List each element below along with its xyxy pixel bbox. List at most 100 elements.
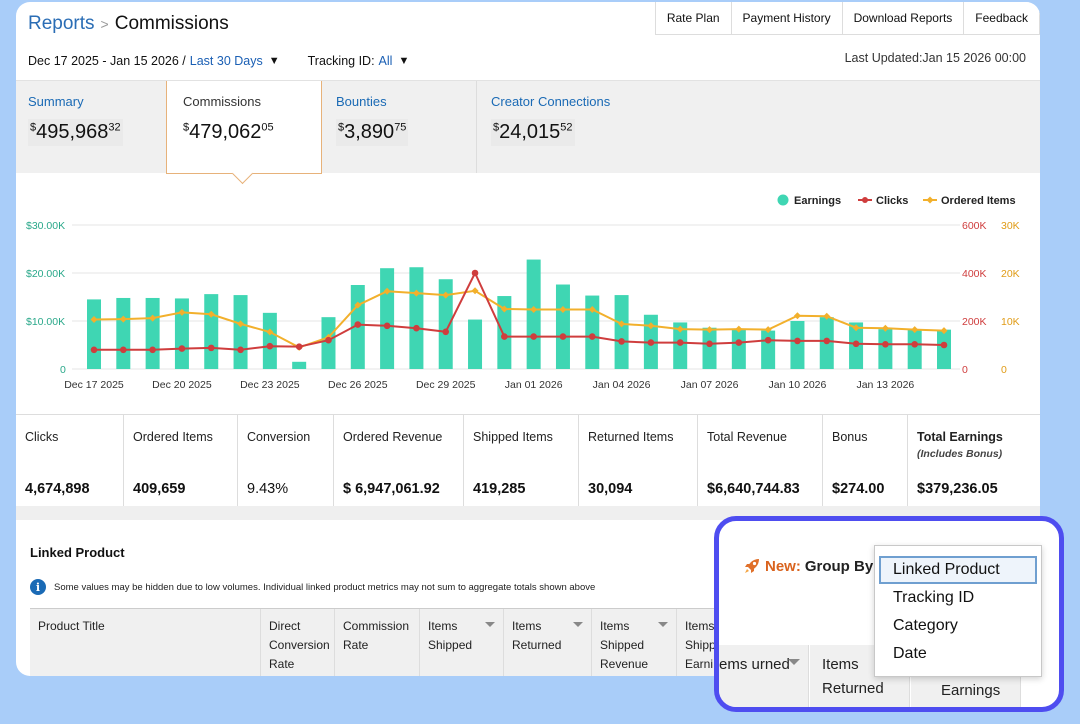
group-by-dropdown[interactable]: Linked Product Tracking ID Category Date <box>874 545 1042 677</box>
column-items-shipped[interactable]: Items Shipped <box>420 609 504 676</box>
clicks-point <box>266 342 274 350</box>
group-by-label: Group By: <box>804 557 879 575</box>
group-by-control: New: Group By: <box>743 557 878 575</box>
tab-label: Summary <box>28 94 84 109</box>
x-tick-label: Jan 04 2026 <box>593 379 651 391</box>
metric-value: 409,659 <box>133 481 186 497</box>
tab-summary[interactable]: Summary $495,96832 <box>16 81 166 173</box>
tab-value: $479,06205 <box>181 119 276 146</box>
metric-value: $274.00 <box>832 481 885 497</box>
metric-value: 419,285 <box>473 481 526 497</box>
clicks-point <box>501 333 508 340</box>
linked-product-title: Linked Product <box>30 545 125 560</box>
info-icon: i <box>30 579 46 595</box>
ordered-items-line <box>93 289 945 349</box>
sort-arrow-icon[interactable] <box>485 622 495 627</box>
breadcrumb-reports[interactable]: Reports <box>28 13 95 34</box>
y-right-clicks-tick-label: 200K <box>962 316 987 328</box>
clicks-point <box>882 340 889 348</box>
group-by-option-category[interactable]: Category <box>879 612 1037 640</box>
chevron-down-icon[interactable]: ▼ <box>398 55 409 67</box>
earnings-bar <box>761 330 776 369</box>
clicks-point <box>794 337 801 345</box>
earnings-chart: $30.00K $20.00K $10.00K 0 600K 400K 200K 0 30K 20… <box>26 194 1020 391</box>
earnings-bar <box>292 361 307 369</box>
clicks-point <box>823 337 831 345</box>
metric-ordered-items: Ordered Items 409,659 <box>124 415 238 507</box>
rocket-icon <box>745 559 759 573</box>
clicks-point <box>90 346 98 354</box>
rate-plan-link[interactable]: Rate Plan <box>655 2 732 34</box>
earnings-bar <box>204 294 219 369</box>
metrics-row: Clicks 4,674,898 Ordered Items 409,659 C… <box>16 414 1040 507</box>
chevron-down-icon[interactable]: ▼ <box>269 55 280 67</box>
metric-value: $6,640,744.83 <box>707 481 800 497</box>
column-items-shipped-revenue[interactable]: Items Shipped Revenue <box>592 609 677 676</box>
column-label: ems urned <box>719 656 790 673</box>
filter-bar: Dec 17 2025 - Jan 15 2026 / Last 30 Days ▼… <box>28 54 409 68</box>
column-label: Items Returned <box>512 619 562 652</box>
feedback-link[interactable]: Feedback <box>964 2 1040 34</box>
column-items-returned-zoom[interactable]: ems urned <box>719 645 809 707</box>
group-by-option-tracking-id[interactable]: Tracking ID <box>879 584 1037 612</box>
legend-label: Ordered Items <box>941 195 1016 207</box>
metric-returned-items: Returned Items 30,094 <box>579 415 698 507</box>
x-tick-label: Dec 29 2025 <box>416 379 476 391</box>
metric-value: 30,094 <box>588 481 633 497</box>
metric-shipped-items: Shipped Items 419,285 <box>464 415 579 507</box>
tab-bounties[interactable]: Bounties $3,89075 <box>324 81 474 173</box>
linked-product-table-header: Product Title Direct Conversion Rate Com… <box>30 608 727 676</box>
column-product-title[interactable]: Product Title <box>30 609 261 676</box>
breadcrumb-separator: > <box>100 16 109 32</box>
y-left-tick-label: $20.00K <box>26 268 65 280</box>
earnings-bar <box>409 267 424 369</box>
column-label: Items Shipped Revenue <box>600 619 649 671</box>
metric-clicks: Clicks 4,674,898 <box>16 415 124 507</box>
payment-history-link[interactable]: Payment History <box>731 2 843 34</box>
legend-clicks-marker <box>862 197 868 203</box>
metric-ordered-revenue: Ordered Revenue $ 6,947,061.92 <box>334 415 464 507</box>
tracking-id-selector[interactable]: All <box>379 54 393 68</box>
top-nav: Rate Plan Payment History Download Repor… <box>654 2 1040 35</box>
group-by-option-date[interactable]: Date <box>879 640 1037 668</box>
clicks-point <box>706 340 713 348</box>
clicks-point <box>295 343 303 350</box>
metric-label: Returned Items <box>588 430 674 444</box>
earnings-bar <box>116 297 131 369</box>
metric-value: 9.43% <box>247 481 289 497</box>
earnings-bar <box>380 268 395 369</box>
x-tick-label: Jan 10 2026 <box>769 379 827 391</box>
info-note: i Some values may be hidden due to low v… <box>30 579 595 595</box>
column-commission-rate[interactable]: Commission Rate <box>335 609 420 676</box>
x-tick-label: Dec 23 2025 <box>240 379 300 391</box>
clicks-point <box>471 269 479 277</box>
tab-label: Bounties <box>336 94 387 109</box>
sort-arrow-icon[interactable] <box>573 622 583 627</box>
clicks-point <box>120 346 127 354</box>
group-by-option-linked-product[interactable]: Linked Product <box>879 556 1037 584</box>
clicks-point <box>207 344 215 352</box>
clicks-point <box>149 346 156 354</box>
tab-creator-connections[interactable]: Creator Connections $24,01552 <box>479 81 679 173</box>
download-reports-link[interactable]: Download Reports <box>842 2 965 34</box>
metric-sublabel: (Includes Bonus) <box>917 448 1003 460</box>
earnings-bar <box>614 295 629 369</box>
column-direct-conversion-rate[interactable]: Direct Conversion Rate <box>261 609 335 676</box>
y-right-clicks-tick-label: 0 <box>962 364 968 376</box>
info-text: Some values may be hidden due to low vol… <box>54 581 596 593</box>
period-selector[interactable]: Last 30 Days <box>190 54 263 68</box>
tab-value: $24,01552 <box>491 119 575 146</box>
clicks-point <box>442 328 450 336</box>
clicks-point <box>559 333 567 340</box>
metric-value: $379,236.05 <box>917 481 998 497</box>
clicks-point <box>530 333 537 340</box>
ordered-items-point <box>793 312 801 320</box>
y-right-clicks-tick-label: 400K <box>962 268 987 280</box>
metric-label: Ordered Items <box>133 430 213 444</box>
tab-commissions[interactable]: Commissions $479,06205 <box>166 81 322 174</box>
column-items-returned[interactable]: Items Returned <box>504 609 592 676</box>
y-left-tick-label: $30.00K <box>26 220 65 232</box>
sort-arrow-icon[interactable] <box>788 659 800 665</box>
sort-arrow-icon[interactable] <box>658 622 668 627</box>
clicks-point <box>383 322 391 330</box>
